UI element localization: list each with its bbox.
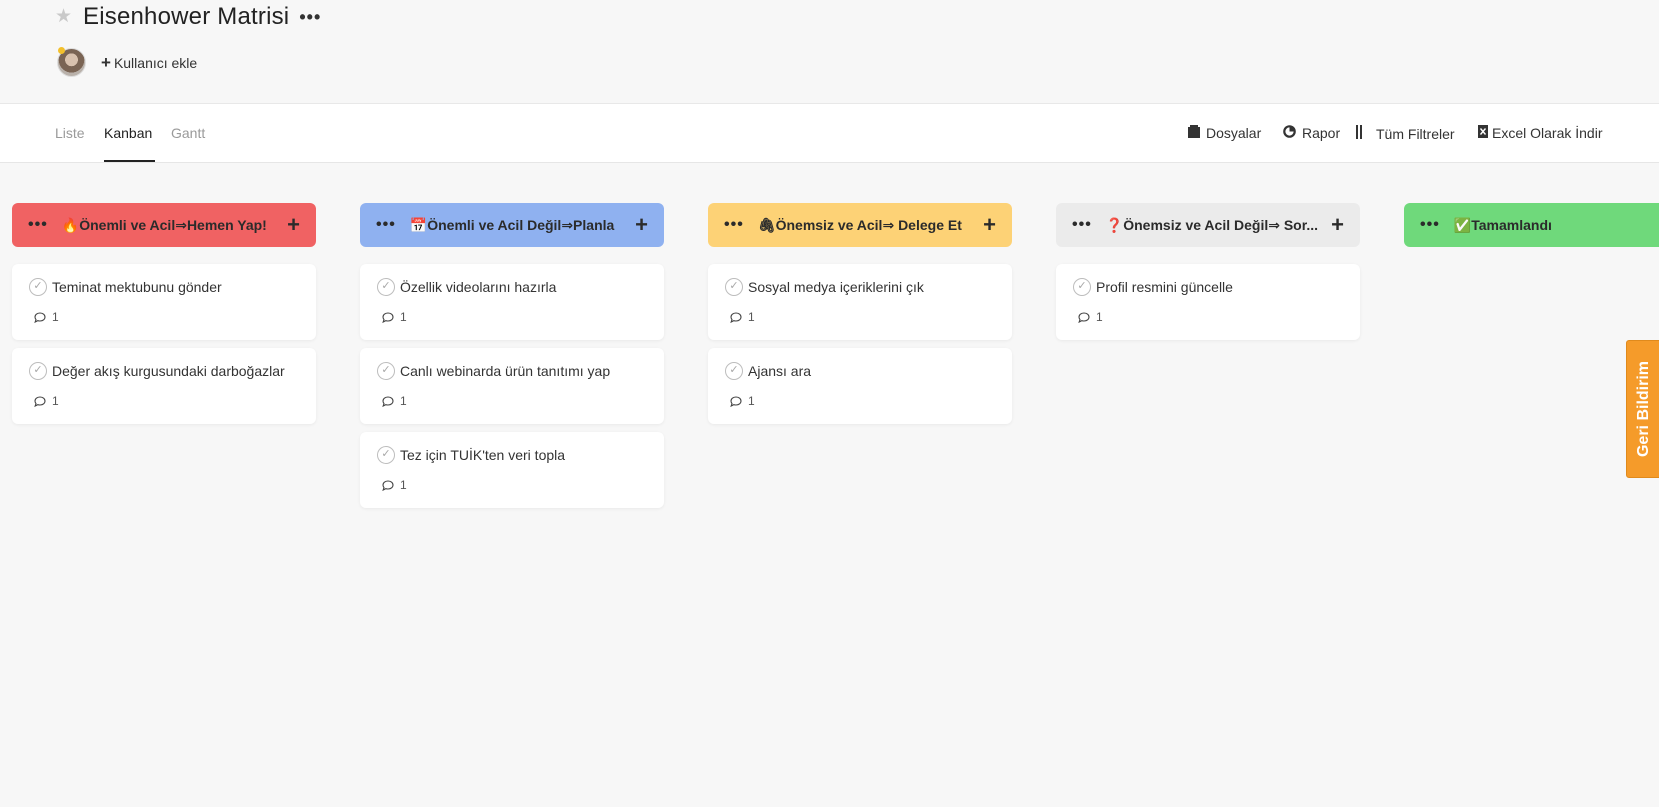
column-header: ••• 🔥Önemli ve Acil⇒Hemen Yap! +	[12, 203, 316, 247]
check-circle-icon[interactable]: ✓	[1073, 278, 1091, 296]
kanban-column-done: ••• ✅Tamamlandı	[1404, 203, 1659, 247]
tab-gantt[interactable]: Gantt	[171, 125, 205, 141]
excel-file-icon	[1478, 125, 1488, 141]
comment-count: 1	[34, 310, 59, 324]
comment-count: 1	[382, 394, 407, 408]
task-card[interactable]: ✓ Tez için TUİK'ten veri topla 1	[360, 432, 664, 508]
pie-chart-icon	[1283, 125, 1296, 141]
page-title: Eisenhower Matrisi	[83, 3, 290, 30]
add-card-icon[interactable]: +	[983, 214, 996, 236]
task-card[interactable]: ✓ Ajansı ara 1	[708, 348, 1012, 424]
column-menu-icon[interactable]: •••	[1072, 217, 1092, 233]
task-title: Canlı webinarda ürün tanıtımı yap	[400, 363, 611, 379]
task-title: Sosyal medya içeriklerini çık	[748, 279, 924, 295]
column-title: 📅Önemli ve Acil Değil⇒Planla	[409, 216, 615, 233]
view-tabbar: Liste Kanban Gantt Dosyalar Rapor Tüm Fi…	[0, 104, 1659, 163]
column-menu-icon[interactable]: •••	[724, 217, 744, 233]
task-card[interactable]: ✓ Teminat mektubunu gönder 1	[12, 264, 316, 340]
comment-icon	[34, 311, 46, 323]
comment-count: 1	[34, 394, 59, 408]
report-button[interactable]: Rapor	[1283, 125, 1340, 141]
files-icon	[1188, 125, 1200, 141]
comment-count: 1	[730, 310, 755, 324]
column-header: ••• 📅Önemli ve Acil Değil⇒Planla +	[360, 203, 664, 247]
check-circle-icon[interactable]: ✓	[725, 362, 743, 380]
tab-kanban[interactable]: Kanban	[104, 125, 152, 141]
column-menu-icon[interactable]: •••	[1420, 217, 1440, 233]
check-circle-icon[interactable]: ✓	[377, 362, 395, 380]
task-title: Tez için TUİK'ten veri topla	[400, 447, 566, 463]
column-title: 🖇Önemsiz ve Acil⇒ Delege Et	[757, 216, 962, 233]
task-title: Ajansı ara	[748, 363, 812, 379]
page-header: ★ Eisenhower Matrisi ••• + Kullanıcı ekl…	[0, 0, 1659, 104]
add-user-button[interactable]: + Kullanıcı ekle	[101, 53, 198, 72]
report-label: Rapor	[1302, 125, 1341, 141]
comment-icon	[382, 311, 394, 323]
check-circle-icon[interactable]: ✓	[377, 446, 395, 464]
task-card[interactable]: ✓ Özellik videolarını hazırla 1	[360, 264, 664, 340]
comment-count: 1	[382, 478, 407, 492]
add-user-label: Kullanıcı ekle	[113, 55, 198, 71]
task-card[interactable]: ✓ Canlı webinarda ürün tanıtımı yap 1	[360, 348, 664, 424]
column-header: ••• 🖇Önemsiz ve Acil⇒ Delege Et +	[708, 203, 1012, 247]
kanban-column-delegate: ••• 🖇Önemsiz ve Acil⇒ Delege Et +	[708, 203, 1012, 247]
plus-icon: +	[101, 53, 111, 72]
tab-liste[interactable]: Liste	[55, 125, 85, 141]
comment-count: 1	[730, 394, 755, 408]
column-title: ❓Önemsiz ve Acil Değil⇒ Sor...	[1105, 216, 1319, 233]
comment-icon	[730, 395, 742, 407]
task-card[interactable]: ✓ Profil resmini güncelle 1	[1056, 264, 1360, 340]
add-card-icon[interactable]: +	[287, 214, 300, 236]
files-label: Dosyalar	[1206, 125, 1262, 141]
filters-label: Tüm Filtreler	[1376, 125, 1455, 142]
column-header: ••• ❓Önemsiz ve Acil Değil⇒ Sor... +	[1056, 203, 1360, 247]
kanban-column-do-now: ••• 🔥Önemli ve Acil⇒Hemen Yap! +	[12, 203, 316, 247]
task-title: Profil resmini güncelle	[1096, 279, 1233, 295]
feedback-tab[interactable]: Geri Bildirim	[1626, 340, 1659, 478]
check-circle-icon[interactable]: ✓	[29, 362, 47, 380]
column-header: ••• ✅Tamamlandı	[1404, 203, 1659, 247]
column-menu-icon[interactable]: •••	[28, 217, 48, 233]
task-title: Değer akış kurgusundaki darboğazlar	[52, 363, 285, 379]
comment-icon	[382, 479, 394, 491]
check-circle-icon[interactable]: ✓	[377, 278, 395, 296]
star-icon[interactable]: ★	[55, 7, 73, 26]
comment-count: 1	[382, 310, 407, 324]
add-card-icon[interactable]: +	[635, 214, 648, 236]
task-card[interactable]: ✓ Sosyal medya içeriklerini çık 1	[708, 264, 1012, 340]
kanban-column-plan: ••• 📅Önemli ve Acil Değil⇒Planla +	[360, 203, 664, 247]
avatar-status-dot	[58, 47, 65, 54]
filter-bars-icon	[1356, 125, 1362, 142]
more-options-icon[interactable]: •••	[299, 8, 321, 26]
check-circle-icon[interactable]: ✓	[725, 278, 743, 296]
filters-button[interactable]: Tüm Filtreler	[1356, 125, 1455, 142]
active-tab-indicator	[104, 160, 155, 162]
column-title: ✅Tamamlandı	[1453, 216, 1552, 233]
comment-icon	[34, 395, 46, 407]
files-button[interactable]: Dosyalar	[1188, 125, 1261, 141]
column-menu-icon[interactable]: •••	[376, 217, 396, 233]
comment-icon	[382, 395, 394, 407]
task-title: Özellik videolarını hazırla	[400, 279, 557, 295]
excel-download-button[interactable]: Excel Olarak İndir	[1478, 125, 1602, 141]
task-title: Teminat mektubunu gönder	[52, 279, 222, 295]
comment-icon	[730, 311, 742, 323]
kanban-column-eliminate: ••• ❓Önemsiz ve Acil Değil⇒ Sor... +	[1056, 203, 1360, 247]
add-card-icon[interactable]: +	[1331, 214, 1344, 236]
column-title: 🔥Önemli ve Acil⇒Hemen Yap!	[61, 216, 267, 233]
title-row: ★ Eisenhower Matrisi •••	[55, 3, 321, 30]
task-card[interactable]: ✓ Değer akış kurgusundaki darboğazlar 1	[12, 348, 316, 424]
excel-label: Excel Olarak İndir	[1492, 125, 1603, 141]
comment-icon	[1078, 311, 1090, 323]
feedback-label: Geri Bildirim	[1634, 360, 1652, 458]
comment-count: 1	[1078, 310, 1103, 324]
check-circle-icon[interactable]: ✓	[29, 278, 47, 296]
